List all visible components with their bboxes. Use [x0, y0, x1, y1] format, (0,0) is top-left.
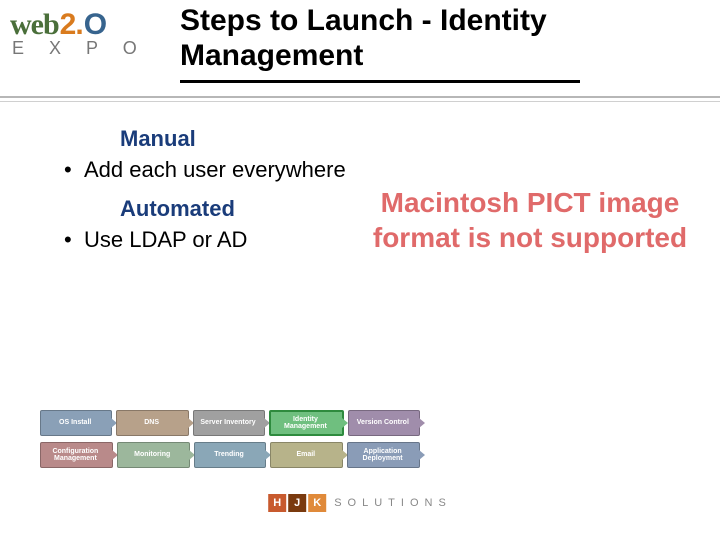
slide-header: web 2. O E X P O Steps to Launch - Ident… [0, 0, 720, 90]
header-divider [0, 96, 720, 104]
step-app-deployment: Application Deployment [347, 442, 420, 468]
steps-row-2: Configuration Management Monitoring Tren… [40, 442, 420, 468]
step-version-control: Version Control [348, 410, 420, 436]
steps-diagram: OS Install DNS Server Inventory Identity… [40, 410, 420, 474]
slide-title: Steps to Launch - Identity Management [180, 4, 720, 73]
logo-text-2dot: 2. [60, 8, 83, 42]
steps-row-1: OS Install DNS Server Inventory Identity… [40, 410, 420, 436]
logo-square-j: J [288, 494, 306, 512]
logo-top-row: web 2. O [10, 8, 170, 42]
subheading-manual: Manual [120, 126, 360, 152]
step-identity-management: Identity Management [269, 410, 343, 436]
bullet-item: Use LDAP or AD [64, 226, 360, 254]
step-dns: DNS [116, 410, 188, 436]
logo-text-expo: E X P O [12, 38, 170, 59]
hjk-solutions-logo: H J K SOLUTIONS [268, 494, 452, 512]
step-config-management: Configuration Management [40, 442, 113, 468]
logo-text-o: O [84, 8, 105, 42]
logo-text-web: web [10, 8, 59, 42]
logo-square-h: H [268, 494, 286, 512]
step-os-install: OS Install [40, 410, 112, 436]
step-server-inventory: Server Inventory [193, 410, 265, 436]
logo-square-k: K [308, 494, 326, 512]
bullet-item: Add each user everywhere [64, 156, 360, 184]
step-trending: Trending [194, 442, 267, 468]
bullet-list-manual: Add each user everywhere [64, 156, 360, 184]
step-monitoring: Monitoring [117, 442, 190, 468]
step-email: Email [270, 442, 343, 468]
pict-unsupported-message: Macintosh PICT image format is not suppo… [360, 185, 700, 255]
content-column: Manual Add each user everywhere Automate… [60, 126, 360, 253]
web20-expo-logo: web 2. O E X P O [10, 8, 170, 59]
logo-text-solutions: SOLUTIONS [334, 497, 452, 509]
slide: web 2. O E X P O Steps to Launch - Ident… [0, 0, 720, 540]
subheading-automated: Automated [120, 196, 360, 222]
title-underline [180, 80, 580, 83]
bullet-list-automated: Use LDAP or AD [64, 226, 360, 254]
